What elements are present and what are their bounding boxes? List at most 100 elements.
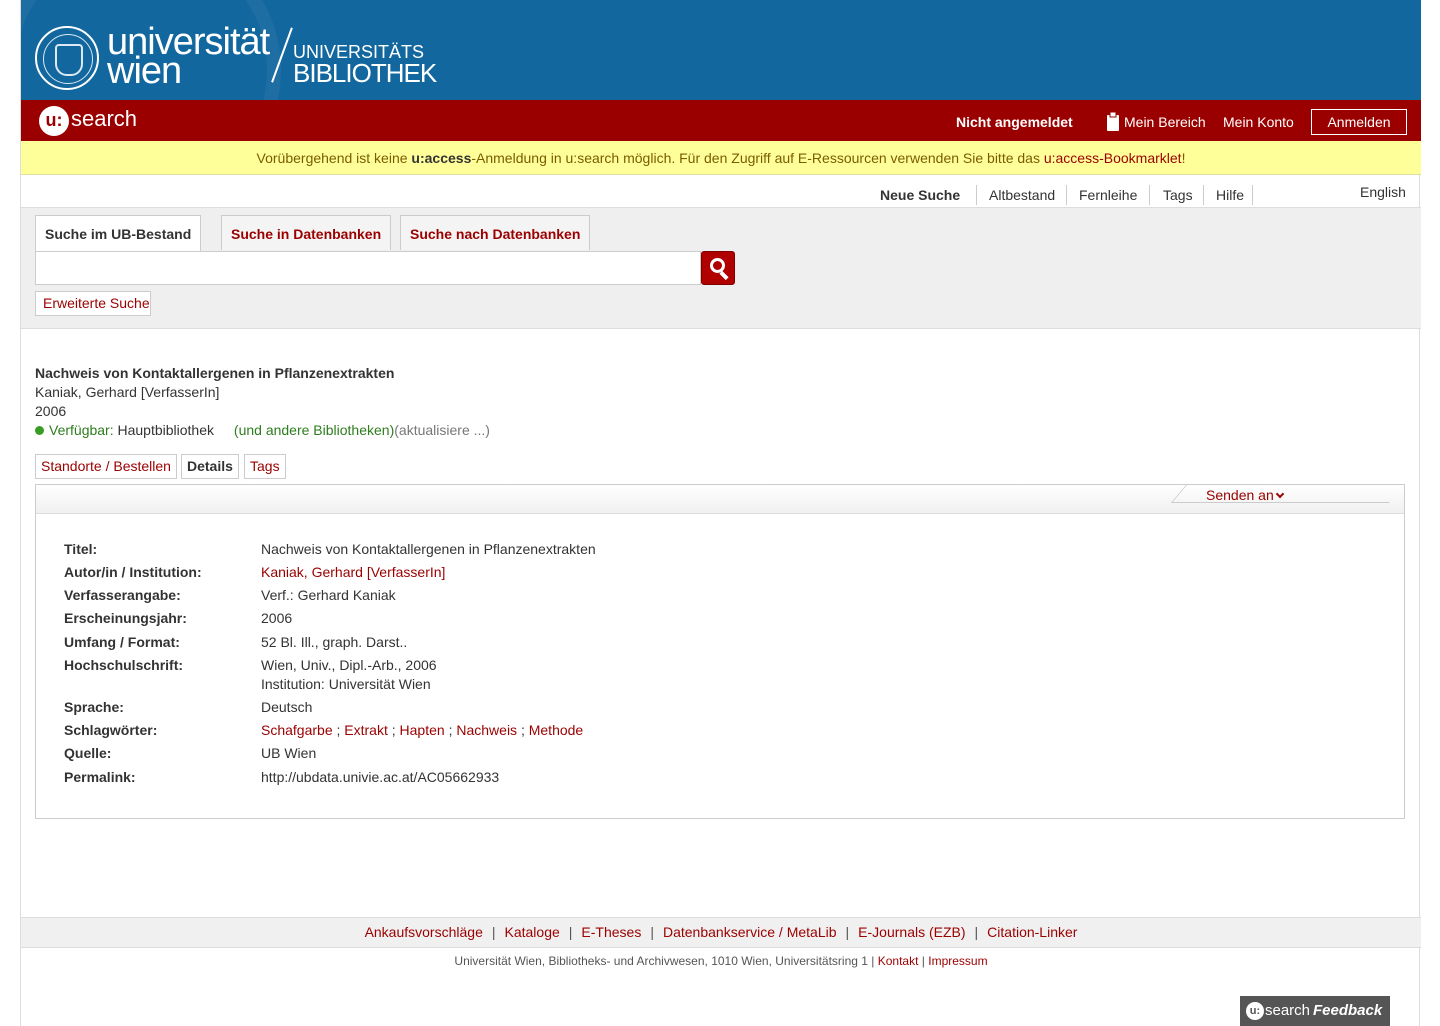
login-status: Nicht angemeldet xyxy=(956,114,1073,130)
detail-value-titel: Nachweis von Kontaktallergenen in Pflanz… xyxy=(261,541,596,557)
usearch-feedback-icon: u: xyxy=(1246,1002,1264,1020)
other-libraries-link[interactable]: (und andere Bibliotheken) xyxy=(234,422,394,438)
search-input[interactable] xyxy=(35,251,701,285)
record-author: Kaniak, Gerhard [VerfasserIn] xyxy=(35,384,220,400)
keyword-link[interactable]: Nachweis xyxy=(456,722,517,738)
footer-separator: | xyxy=(974,924,979,940)
details-header: Senden an xyxy=(36,485,1404,514)
tab-suche-ub-bestand[interactable]: Suche im UB-Bestand xyxy=(35,215,202,252)
send-to-label: Senden an xyxy=(1206,487,1274,503)
keyword-link[interactable]: Methode xyxy=(529,722,583,738)
nav-separator xyxy=(1203,185,1204,205)
notice-text-post: ! xyxy=(1181,150,1186,166)
footer-separator: | xyxy=(491,924,496,940)
detail-label-quelle: Quelle: xyxy=(64,745,112,761)
detail-label-erscheinungsjahr: Erscheinungsjahr: xyxy=(64,610,187,626)
tab-standorte-bestellen[interactable]: Standorte / Bestellen xyxy=(35,454,177,479)
usearch-logo-icon[interactable]: u: xyxy=(39,106,69,136)
detail-value-quelle: UB Wien xyxy=(261,745,317,761)
footer-link-kataloge[interactable]: Kataloge xyxy=(505,924,560,940)
send-to-dropdown[interactable]: Senden an xyxy=(1206,487,1284,503)
footer-link-citation-linker[interactable]: Citation-Linker xyxy=(987,924,1077,940)
detail-label-sprache: Sprache: xyxy=(64,699,124,715)
record-title: Nachweis von Kontaktallergenen in Pflanz… xyxy=(35,365,395,381)
address-text: Universität Wien, Bibliotheks- und Archi… xyxy=(454,954,878,968)
detail-value-sprache: Deutsch xyxy=(261,699,313,715)
notice-text-mid: -Anmeldung in u:search möglich. Für den … xyxy=(471,150,1044,166)
page-container: universität wien UNIVERSITÄTS BIBLIOTHEK… xyxy=(20,0,1421,1026)
footer-separator: | xyxy=(568,924,573,940)
search-icon-handle xyxy=(719,270,729,281)
university-banner: universität wien UNIVERSITÄTS BIBLIOTHEK xyxy=(21,0,1421,100)
detail-label-autor: Autor/in / Institution: xyxy=(64,564,202,580)
language-switch[interactable]: English xyxy=(1360,184,1406,200)
availability-location: Hauptbibliothek xyxy=(113,422,215,438)
footer-link-datenbankservice[interactable]: Datenbankservice / MetaLib xyxy=(663,924,837,940)
main-navigation: Neue Suche Altbestand Fernleihe Tags Hil… xyxy=(21,175,1421,208)
footer-separator: | xyxy=(845,924,850,940)
nav-separator xyxy=(1066,185,1067,205)
author-link[interactable]: Kaniak, Gerhard [VerfasserIn] xyxy=(261,564,445,580)
footer-link-etheses[interactable]: E-Theses xyxy=(581,924,641,940)
footer-navigation: Ankaufsvorschläge | Kataloge | E-Theses | Date… xyxy=(21,917,1421,948)
usearch-logo-text[interactable]: search xyxy=(71,106,137,132)
footer-separator: | xyxy=(650,924,654,940)
footer-link-ankaufsvorschlaege[interactable]: Ankaufsvorschläge xyxy=(365,924,483,940)
availability-label: Verfügbar: xyxy=(49,422,114,438)
nav-fernleihe[interactable]: Fernleihe xyxy=(1079,187,1137,203)
tab-suche-nach-datenbanken[interactable]: Suche nach Datenbanken xyxy=(400,215,591,250)
login-button[interactable]: Anmelden xyxy=(1311,109,1407,135)
chevron-down-icon xyxy=(1275,489,1284,499)
available-status-icon xyxy=(35,426,44,435)
detail-label-hochschulschrift: Hochschulschrift: xyxy=(64,657,184,673)
clipboard-icon[interactable] xyxy=(1107,112,1119,131)
mein-bereich-link[interactable]: Mein Bereich xyxy=(1124,114,1206,130)
feedback-label: Feedback xyxy=(1313,1002,1383,1019)
keyword-link[interactable]: Schafgarbe xyxy=(261,722,333,738)
feedback-search-text: search xyxy=(1265,1002,1311,1019)
tab-suche-in-datenbanken[interactable]: Suche in Datenbanken xyxy=(221,215,392,250)
library-logo-line2[interactable]: BIBLIOTHEK xyxy=(293,58,437,89)
detail-label-permalink: Permalink: xyxy=(64,769,136,785)
nav-separator xyxy=(1252,185,1253,205)
record-year: 2006 xyxy=(35,403,67,419)
tab-details[interactable]: Details xyxy=(181,454,239,479)
nav-hilfe[interactable]: Hilfe xyxy=(1216,187,1244,203)
notice-banner: Vorübergehend ist keine u:access-Anmeldu… xyxy=(21,141,1421,175)
advanced-search-button[interactable]: Erweiterte Suche xyxy=(35,291,151,316)
nav-tags[interactable]: Tags xyxy=(1163,187,1193,203)
notice-text-pre: Vorübergehend ist keine xyxy=(256,150,412,166)
keyword-link[interactable]: Extrakt xyxy=(344,722,388,738)
university-seal-icon[interactable] xyxy=(35,26,99,90)
refresh-status: (aktualisiere ...) xyxy=(394,422,490,438)
detail-value-permalink[interactable]: http://ubdata.univie.ac.at/AC05662933 xyxy=(261,769,499,785)
detail-value-hochschulschrift: Wien, Univ., Dipl.-Arb., 2006 xyxy=(261,657,437,673)
detail-value-verfasserangabe: Verf.: Gerhard Kaniak xyxy=(261,587,396,603)
keyword-link[interactable]: Hapten xyxy=(400,722,445,738)
notice-text-bold: u:access xyxy=(411,150,472,166)
nav-altbestand[interactable]: Altbestand xyxy=(989,187,1055,203)
footer-impressum-link[interactable]: Impressum xyxy=(928,954,987,968)
detail-value-umfang: 52 Bl. Ill., graph. Darst.. xyxy=(261,634,408,650)
detail-value-autor: Kaniak, Gerhard [VerfasserIn] xyxy=(261,564,445,580)
detail-label-schlagwoerter: Schlagwörter: xyxy=(64,722,158,738)
nav-separator xyxy=(976,185,977,205)
tab-tags[interactable]: Tags xyxy=(244,454,286,479)
detail-value-erscheinungsjahr: 2006 xyxy=(261,610,293,626)
footer-link-ejournals[interactable]: E-Journals (EZB) xyxy=(858,924,965,940)
detail-label-titel: Titel: xyxy=(64,541,98,557)
bookmarklet-link[interactable]: u:access-Bookmarklet xyxy=(1044,150,1182,166)
nav-neue-suche[interactable]: Neue Suche xyxy=(880,187,960,203)
feedback-button[interactable]: u: search Feedback xyxy=(1240,996,1390,1026)
footer-kontakt-link[interactable]: Kontakt xyxy=(878,954,919,968)
app-topbar: u: search Nicht angemeldet Mein Bereich … xyxy=(21,100,1421,141)
nav-separator xyxy=(1149,185,1150,205)
search-button[interactable] xyxy=(701,251,735,285)
record-availability: Verfügbar: Hauptbibliothek (und andere B… xyxy=(35,422,490,438)
footer-address: Universität Wien, Bibliotheks- und Archi… xyxy=(454,954,988,968)
university-logo-line2[interactable]: wien xyxy=(107,52,182,90)
mein-konto-link[interactable]: Mein Konto xyxy=(1223,114,1294,130)
detail-label-umfang: Umfang / Format: xyxy=(64,634,180,650)
detail-value-schlagwoerter: Schafgarbe ; Extrakt ; Hapten ; Nachweis… xyxy=(261,722,584,738)
search-panel: Suche im UB-Bestand Suche in Datenbanken… xyxy=(21,208,1421,329)
